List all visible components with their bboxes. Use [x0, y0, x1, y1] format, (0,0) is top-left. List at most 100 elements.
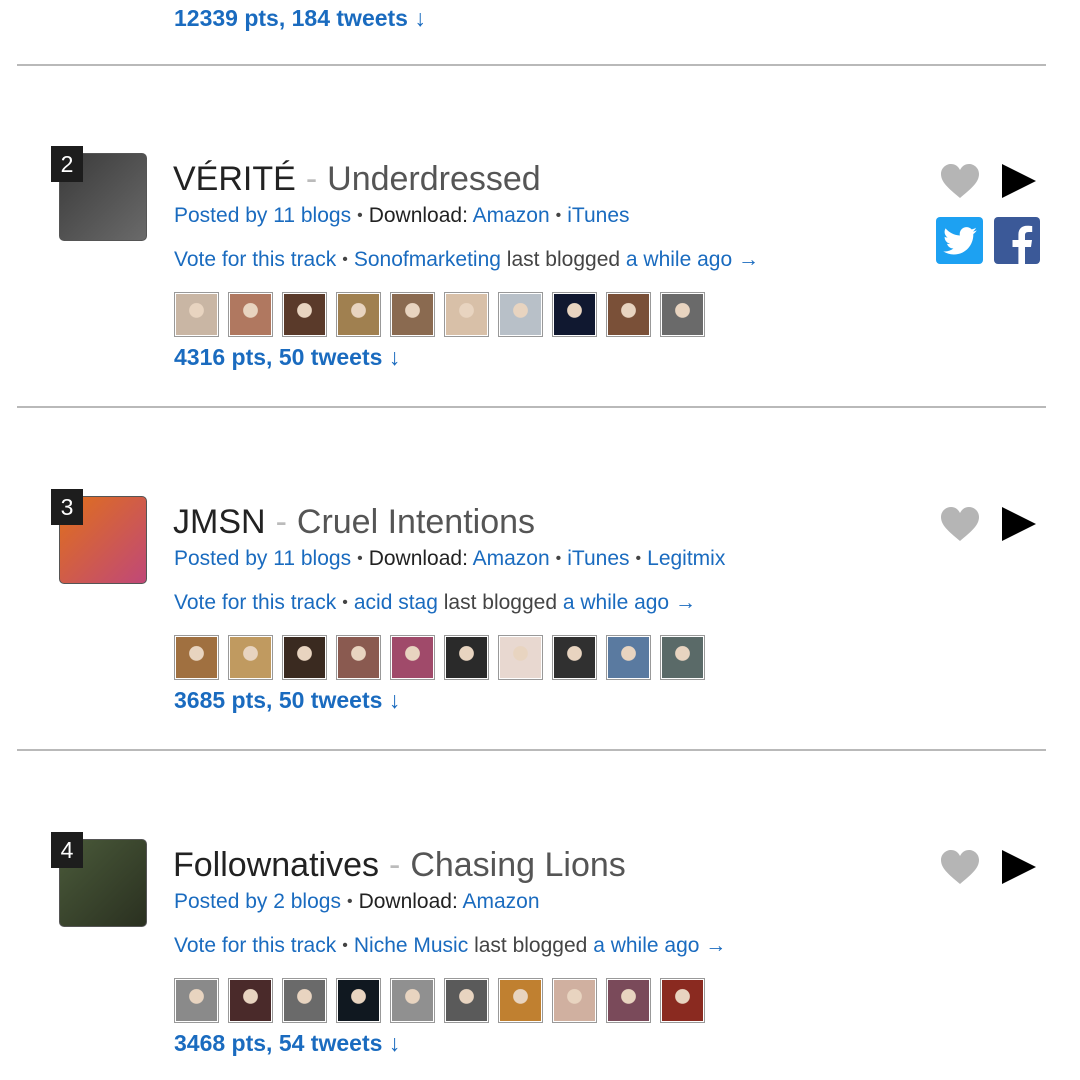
track-title[interactable]: JMSN - Cruel Intentions — [173, 503, 535, 542]
rank-badge: 2 — [51, 146, 83, 182]
vote-line: Vote for this track • acid stag last blogg… — [174, 591, 696, 615]
dot-separator: • — [342, 251, 348, 268]
avatar[interactable] — [174, 978, 219, 1023]
artist-name[interactable]: Follownatives — [173, 846, 379, 884]
avatar[interactable] — [498, 978, 543, 1023]
track-meta: Posted by 2 blogs • Download: Amazon — [174, 890, 540, 914]
avatar[interactable] — [336, 292, 381, 337]
vote-link[interactable]: Vote for this track — [174, 248, 336, 271]
track-points[interactable]: 3468 pts, 54 tweets ↓ — [174, 1030, 400, 1057]
track-item: 2 VÉRITÉ - Underdressed Posted by 11 blogs • D… — [0, 146, 1080, 406]
avatar-image — [608, 980, 649, 1021]
dot-separator: • — [346, 893, 353, 910]
top-track-points[interactable]: 12339 pts, 184 tweets ↓ — [174, 5, 426, 32]
avatar[interactable] — [228, 635, 273, 680]
avatar[interactable] — [390, 978, 435, 1023]
avatar-image — [392, 637, 433, 678]
avatar[interactable] — [390, 635, 435, 680]
avatar-image — [176, 637, 217, 678]
song-title[interactable]: Cruel Intentions — [297, 503, 535, 541]
play-icon[interactable] — [1002, 505, 1036, 543]
avatar-image — [500, 980, 541, 1021]
vote-link[interactable]: Vote for this track — [174, 591, 336, 614]
avatar-image — [176, 294, 217, 335]
artist-name[interactable]: JMSN — [173, 503, 266, 541]
store-link[interactable]: iTunes — [567, 204, 629, 227]
artist-name[interactable]: VÉRITÉ — [173, 160, 296, 198]
track-title[interactable]: Follownatives - Chasing Lions — [173, 846, 626, 885]
avatar[interactable] — [552, 978, 597, 1023]
avatar-image — [392, 294, 433, 335]
song-title[interactable]: Underdressed — [327, 160, 541, 198]
heart-icon[interactable] — [940, 164, 980, 200]
avatar-image — [284, 637, 325, 678]
blog-time-link[interactable]: a while ago → — [563, 591, 696, 614]
avatar[interactable] — [498, 635, 543, 680]
avatar-image — [446, 637, 487, 678]
avatar[interactable] — [282, 978, 327, 1023]
avatar-image — [608, 637, 649, 678]
blogger-link[interactable]: acid stag — [354, 591, 438, 614]
play-icon[interactable] — [1002, 848, 1036, 886]
blogger-link[interactable]: Niche Music — [354, 934, 468, 957]
avatar[interactable] — [660, 978, 705, 1023]
avatar[interactable] — [336, 978, 381, 1023]
avatar[interactable] — [552, 635, 597, 680]
avatar[interactable] — [228, 978, 273, 1023]
avatar-image — [284, 294, 325, 335]
avatar[interactable] — [660, 635, 705, 680]
dot-separator: • — [357, 207, 363, 224]
avatar[interactable] — [282, 635, 327, 680]
blog-time-link[interactable]: a while ago → — [593, 934, 726, 957]
store-link[interactable]: Amazon — [473, 204, 550, 227]
avatar-image — [500, 637, 541, 678]
posted-by-link[interactable]: Posted by 2 blogs — [174, 890, 341, 913]
avatar-image — [608, 294, 649, 335]
avatar[interactable] — [606, 292, 651, 337]
posted-by-link[interactable]: Posted by 11 blogs — [174, 547, 351, 570]
store-link[interactable]: iTunes — [567, 547, 629, 570]
download-label: Download: — [368, 204, 468, 227]
avatar[interactable] — [444, 635, 489, 680]
avatar[interactable] — [174, 292, 219, 337]
play-icon[interactable] — [1002, 162, 1036, 200]
download-label: Download: — [358, 890, 458, 913]
avatar[interactable] — [336, 635, 381, 680]
avatar[interactable] — [606, 978, 651, 1023]
vote-link[interactable]: Vote for this track — [174, 934, 336, 957]
avatar[interactable] — [174, 635, 219, 680]
twitter-icon[interactable] — [936, 217, 983, 264]
avatar[interactable] — [444, 978, 489, 1023]
dot-separator: • — [357, 550, 363, 567]
avatar[interactable] — [282, 292, 327, 337]
posted-by-link[interactable]: Posted by 11 blogs — [174, 204, 351, 227]
avatar[interactable] — [228, 292, 273, 337]
track-points[interactable]: 3685 pts, 50 tweets ↓ — [174, 687, 400, 714]
store-link[interactable]: Legitmix — [647, 547, 725, 570]
store-link[interactable]: Amazon — [462, 890, 539, 913]
dot-separator: • — [555, 207, 562, 224]
blog-time-link[interactable]: a while ago → — [626, 248, 759, 271]
divider — [17, 64, 1046, 66]
tweeter-avatars — [174, 292, 705, 337]
avatar[interactable] — [390, 292, 435, 337]
title-separator: - — [388, 846, 401, 884]
facebook-icon[interactable] — [994, 217, 1040, 264]
blogger-link[interactable]: Sonofmarketing — [354, 248, 501, 271]
avatar[interactable] — [552, 292, 597, 337]
heart-icon[interactable] — [940, 850, 980, 886]
title-separator: - — [305, 160, 318, 198]
avatar[interactable] — [444, 292, 489, 337]
avatar[interactable] — [606, 635, 651, 680]
avatar-image — [446, 294, 487, 335]
song-title[interactable]: Chasing Lions — [410, 846, 625, 884]
track-title[interactable]: VÉRITÉ - Underdressed — [173, 160, 541, 199]
avatar[interactable] — [498, 292, 543, 337]
store-link[interactable]: Amazon — [473, 547, 550, 570]
dot-separator: • — [555, 550, 562, 567]
track-meta: Posted by 11 blogs • Download: Amazon • iTun… — [174, 204, 630, 228]
track-item: 3 JMSN - Cruel Intentions Posted by 11 blogs… — [0, 489, 1080, 749]
avatar[interactable] — [660, 292, 705, 337]
track-points[interactable]: 4316 pts, 50 tweets ↓ — [174, 344, 400, 371]
heart-icon[interactable] — [940, 507, 980, 543]
